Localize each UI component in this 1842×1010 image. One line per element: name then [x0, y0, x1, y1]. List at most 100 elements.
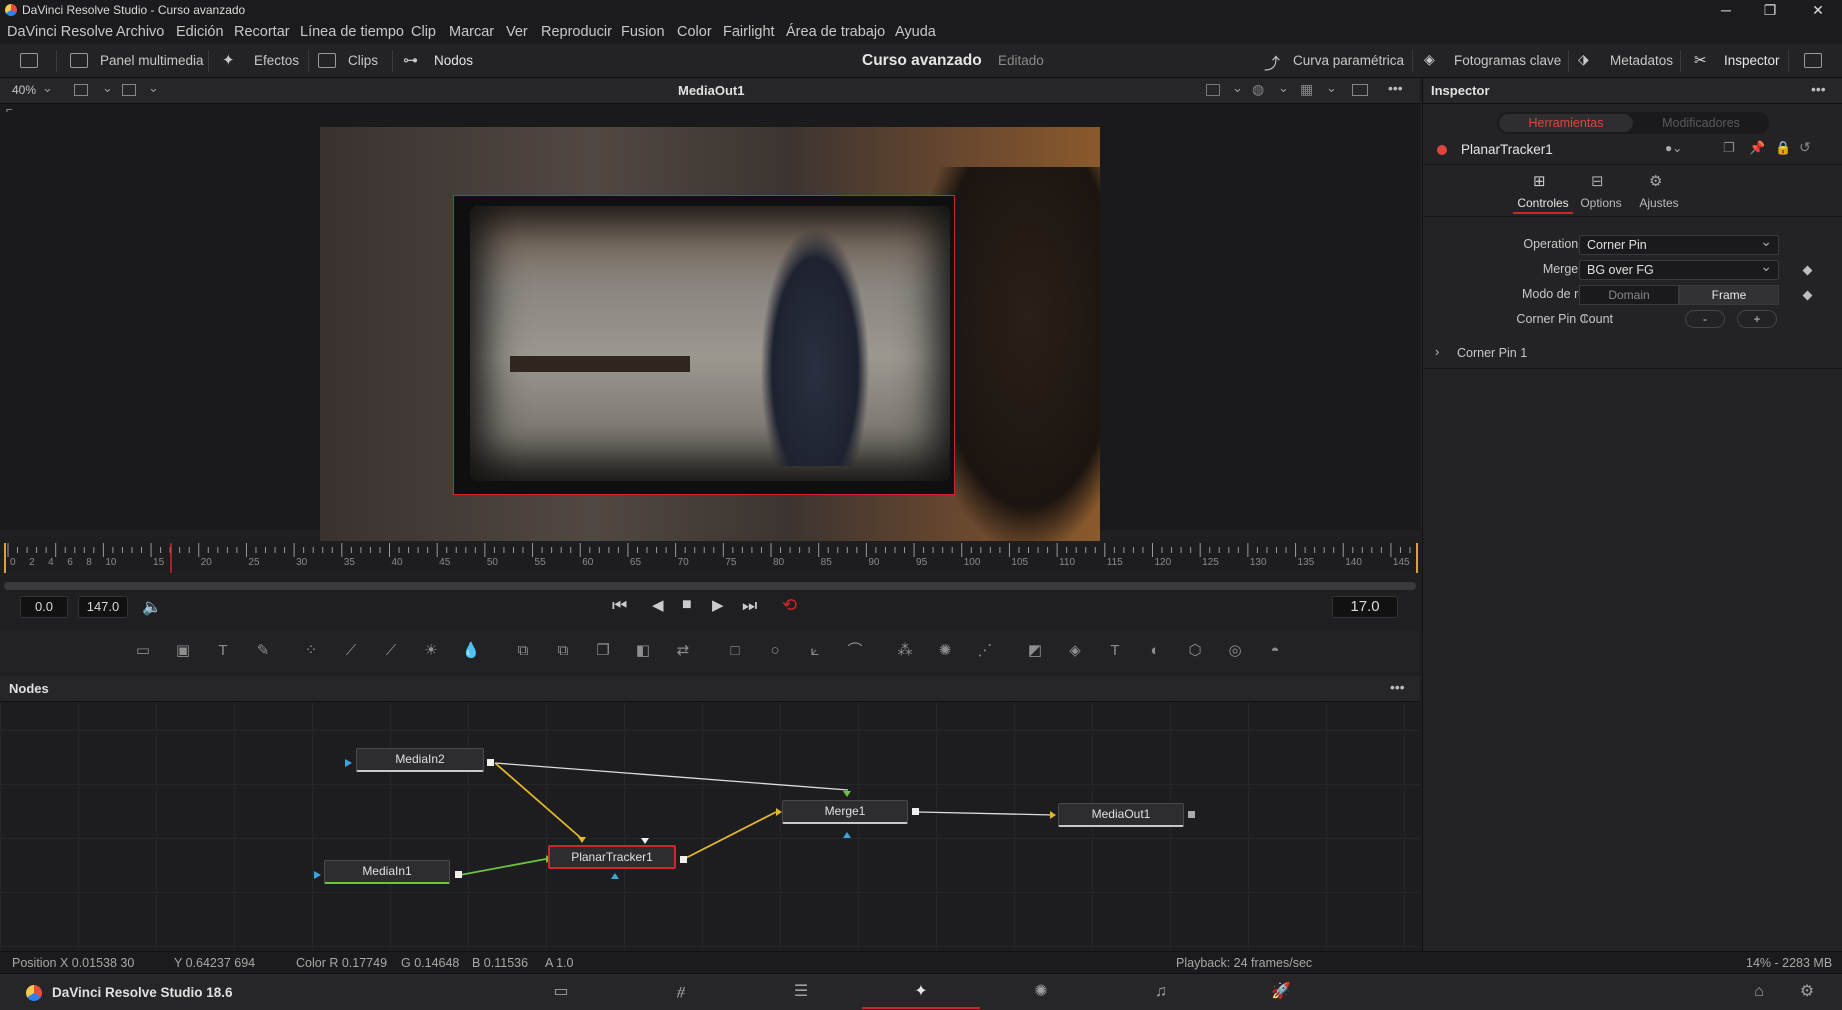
effects-icon[interactable]: ✦ — [222, 51, 235, 69]
metadata-icon[interactable]: ⬗ — [1578, 51, 1589, 68]
media-page-icon[interactable]: ▭ — [550, 982, 572, 1002]
node-mediain1[interactable]: MediaIn1 — [324, 860, 450, 884]
more-options-icon[interactable]: ••• — [1811, 81, 1826, 97]
menu-marcar[interactable]: Marcar — [449, 24, 494, 40]
output-port[interactable] — [487, 759, 494, 766]
fusion-page-tab[interactable]: ✦ — [862, 974, 980, 1009]
zoom-chevron-icon[interactable]: ⌄ — [42, 80, 53, 96]
text3d-icon[interactable]: T — [1105, 642, 1125, 660]
spline-button[interactable]: Curva paramétrica — [1293, 53, 1404, 68]
loop-icon[interactable]: ⟲ — [782, 595, 797, 616]
edit-page-icon[interactable]: ☰ — [790, 982, 812, 1002]
color-dot-icon[interactable]: ●⌄ — [1665, 141, 1682, 155]
chevron-down-icon[interactable]: ⌄ — [1278, 80, 1289, 96]
node-mediaout1[interactable]: MediaOut1 — [1058, 803, 1184, 827]
clips-icon[interactable] — [318, 53, 336, 68]
brightness-tool-icon[interactable]: ☀ — [421, 642, 441, 660]
curves-tool-icon[interactable]: ⟋ — [341, 642, 361, 660]
corner-count-minus-button[interactable]: - — [1685, 310, 1725, 328]
node-mediain2[interactable]: MediaIn2 — [356, 748, 484, 772]
subtab-controls[interactable]: ⊞ Controles — [1513, 172, 1573, 214]
pin-icon[interactable]: 📌 — [1749, 140, 1765, 156]
tab-modifiers[interactable]: Modificadores — [1635, 114, 1767, 132]
stop-icon[interactable]: ■ — [682, 596, 692, 614]
end-frame-field[interactable]: 147.0 — [78, 596, 128, 618]
image-tool-icon[interactable]: ▣ — [173, 642, 193, 660]
output-port[interactable] — [912, 808, 919, 815]
media-pool-icon[interactable] — [70, 53, 88, 68]
menu-recortar[interactable]: Recortar — [234, 24, 290, 40]
renderer3d-icon[interactable]: ⬡ — [1185, 642, 1205, 660]
subtab-options[interactable]: ⊟ Options — [1571, 172, 1631, 214]
home-icon[interactable]: ⌂ — [1748, 982, 1770, 1002]
ellipse-mask-icon[interactable]: ○ — [765, 642, 785, 660]
menu-ver[interactable]: Ver — [506, 24, 528, 40]
merge-tool-icon[interactable]: ⧉ — [553, 642, 573, 660]
imageplane3d-icon[interactable]: ◓ — [1265, 642, 1285, 660]
particle-render-icon[interactable]: ✺ — [935, 642, 955, 660]
spline-icon[interactable]: ⤴ — [1264, 50, 1280, 74]
corner-count-value[interactable]: 1 — [1581, 312, 1588, 326]
menu-ayuda[interactable]: Ayuda — [895, 24, 936, 40]
collapse-icon[interactable] — [20, 53, 38, 68]
menu-reproducir[interactable]: Reproducir — [541, 24, 612, 40]
channel-tool-icon[interactable]: ❐ — [593, 642, 613, 660]
menu-clip[interactable]: Clip — [411, 24, 436, 40]
chevron-down-icon[interactable]: ⌄ — [1326, 80, 1337, 96]
transform-tool-icon[interactable]: ⇄ — [673, 642, 693, 660]
menu-timeline[interactable]: Línea de tiempo — [300, 24, 404, 40]
chevron-down-icon[interactable]: ⌄ — [148, 80, 159, 96]
go-to-end-icon[interactable]: ⏭ — [742, 596, 757, 616]
menu-davinci[interactable]: DaVinci Resolve — [7, 24, 113, 40]
color-curves-tool-icon[interactable]: ⟋ — [381, 642, 401, 660]
chevron-down-icon[interactable]: ⌄ — [102, 80, 113, 96]
zoom-level[interactable]: 40% — [12, 83, 36, 97]
menu-fusion[interactable]: Fusion — [621, 24, 665, 40]
deliver-page-icon[interactable]: 🚀 — [1270, 982, 1292, 1002]
color-page-icon[interactable]: ✺ — [1030, 982, 1052, 1002]
corner-count-plus-button[interactable]: + — [1737, 310, 1777, 328]
settings-gear-icon[interactable]: ⚙ — [1796, 982, 1818, 1002]
more-options-icon[interactable]: ••• — [1390, 679, 1405, 695]
corner-pin-section[interactable]: Corner Pin 1 — [1457, 346, 1527, 360]
reset-icon[interactable]: ↺ — [1799, 139, 1811, 156]
chevron-right-icon[interactable]: › — [1435, 344, 1439, 359]
timeline-ruler[interactable]: 0 2 4 6 8 10 15 20 25 30 35 40 45 50 55 60 65 70 75 80 85 90 9… — [4, 543, 1418, 573]
keyframes-icon[interactable]: ◈ — [1424, 51, 1435, 68]
merge-mode-select[interactable]: BG over FG — [1579, 257, 1779, 280]
subtab-settings[interactable]: ⚙ Ajustes — [1629, 172, 1689, 214]
light3d-icon[interactable]: ◎ — [1225, 642, 1245, 660]
effects-button[interactable]: Efectos — [254, 53, 299, 68]
text-tool-icon[interactable]: T — [213, 642, 233, 660]
menu-fairlight[interactable]: Fairlight — [723, 24, 775, 40]
scrub-bar[interactable] — [4, 582, 1416, 590]
operation-mode-select[interactable]: Corner Pin — [1579, 232, 1779, 255]
lock-icon[interactable]: 🔒 — [1775, 140, 1791, 156]
keyframe-icon[interactable] — [1802, 290, 1813, 301]
minimize-icon[interactable]: ─ — [1706, 0, 1746, 20]
current-frame-field[interactable]: 17.0 — [1332, 596, 1398, 618]
rectangle-mask-icon[interactable]: □ — [725, 642, 745, 660]
step-back-icon[interactable]: ◀ — [652, 596, 664, 614]
grid-icon[interactable]: ▦ — [1300, 81, 1313, 98]
output-port[interactable] — [1188, 811, 1195, 818]
particle-emitter-icon[interactable]: ⁂ — [895, 642, 915, 660]
metadata-button[interactable]: Metadatos — [1610, 53, 1673, 68]
background-tool-icon[interactable]: ▭ — [133, 642, 153, 660]
keyframe-icon[interactable] — [1802, 265, 1813, 276]
matte-tool-icon[interactable]: ◧ — [633, 642, 653, 660]
cut-page-icon[interactable]: ⧣ — [670, 982, 692, 1002]
play-icon[interactable]: ▶ — [712, 596, 724, 614]
blur-tool-icon[interactable]: 💧 — [461, 642, 481, 660]
go-to-start-icon[interactable]: ⏮ — [612, 596, 627, 616]
camera3d-icon[interactable]: ◐ — [1145, 642, 1165, 660]
chevron-down-icon[interactable]: ⌄ — [1232, 80, 1243, 96]
media-pool-button[interactable]: Panel multimedia — [100, 53, 204, 68]
view-b-icon[interactable] — [122, 84, 136, 96]
crop-domain-button[interactable]: Domain — [1579, 285, 1679, 305]
restore-icon[interactable]: ❐ — [1750, 0, 1790, 20]
fullscreen-icon[interactable] — [1804, 53, 1822, 68]
particle-icon[interactable]: ⋰ — [975, 642, 995, 660]
view-a-icon[interactable] — [74, 84, 88, 96]
menu-edicion[interactable]: Edición — [176, 24, 224, 40]
